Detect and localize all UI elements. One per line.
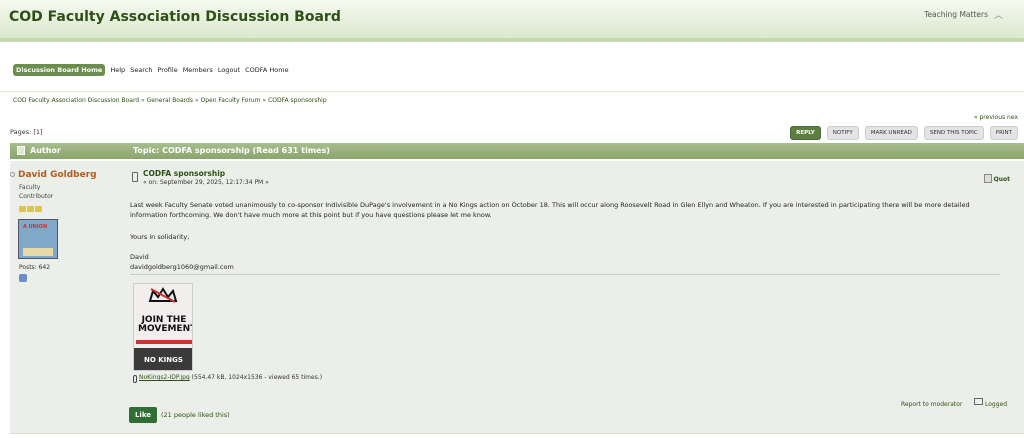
post-date: « on: September 29, 2025, 12:17:34 PM » bbox=[143, 179, 269, 186]
breadcrumb-separator: » bbox=[262, 97, 267, 104]
author-column-label: Author bbox=[30, 146, 61, 155]
breadcrumb-item-topic[interactable]: CODFA sponsorship bbox=[268, 97, 327, 104]
site-title[interactable]: COD Faculty Association Discussion Board bbox=[9, 9, 341, 25]
poster-headline: JOIN THE MOVEMENT bbox=[138, 315, 193, 334]
post-subject-icon bbox=[132, 172, 138, 182]
breadcrumb-item-board[interactable]: COD Faculty Association Discussion Board bbox=[13, 97, 139, 104]
author-icon bbox=[17, 146, 25, 155]
logged-icon bbox=[974, 398, 983, 405]
mark-unread-button[interactable]: MARK UNREAD bbox=[864, 126, 918, 140]
reply-button[interactable]: REPLY bbox=[790, 126, 821, 140]
attachment-meta: (554.47 kB, 1024x1536 - viewed 65 times.… bbox=[189, 374, 323, 381]
signature-name: David bbox=[130, 253, 149, 261]
signature-email: davidgoldberg1060@gmail.com bbox=[130, 263, 234, 271]
signature-closing: Yours in solidarity, bbox=[130, 233, 190, 241]
report-to-moderator-link[interactable]: Report to moderator bbox=[901, 401, 962, 408]
quote-icon[interactable] bbox=[984, 174, 992, 183]
rank-stars bbox=[19, 206, 42, 212]
attachment-info: NoKings2-IDP.jpg (554.47 kB, 1024x1536 -… bbox=[139, 374, 322, 381]
like-count[interactable]: (21 people liked this) bbox=[161, 411, 230, 419]
post-subject[interactable]: CODFA sponsorship bbox=[143, 169, 225, 178]
star-icon bbox=[27, 206, 34, 212]
tagline: Teaching Matters bbox=[924, 10, 988, 19]
signature-divider bbox=[130, 274, 1000, 275]
profile-icon[interactable] bbox=[19, 274, 27, 282]
poster-name-text[interactable]: David Goldberg bbox=[18, 170, 97, 180]
menu-item-members[interactable]: Members bbox=[183, 66, 213, 74]
send-topic-button[interactable]: SEND THIS TOPIC bbox=[923, 126, 984, 140]
breadcrumb: COD Faculty Association Discussion Board… bbox=[13, 97, 327, 104]
menu-item-search[interactable]: Search bbox=[130, 66, 152, 74]
breadcrumb-separator: » bbox=[194, 97, 199, 104]
like-button[interactable]: Like bbox=[129, 407, 157, 423]
poster-rank-line2: Contributor bbox=[19, 193, 54, 200]
collapse-icon[interactable]: ︿ bbox=[994, 8, 1006, 21]
avatar: A UNION bbox=[18, 219, 58, 259]
breadcrumb-item-forum[interactable]: Open Faculty Forum bbox=[200, 97, 260, 104]
post-body: Last week Faculty Senate voted unanimous… bbox=[130, 201, 970, 219]
pages-label: Pages: [1] bbox=[10, 128, 43, 136]
star-icon bbox=[19, 206, 26, 212]
avatar-text: A UNION bbox=[23, 224, 48, 230]
topic-header-bar: Author Topic: CODFA sponsorship (Read 63… bbox=[10, 143, 1024, 159]
quote-button[interactable]: Quot bbox=[994, 176, 1010, 183]
paperclip-icon bbox=[133, 375, 137, 383]
offline-status-icon bbox=[10, 172, 15, 177]
prev-next-links[interactable]: « previous nex bbox=[974, 114, 1018, 121]
menu-item-logout[interactable]: Logout bbox=[218, 66, 240, 74]
star-icon bbox=[35, 206, 42, 212]
topic-title: Topic: CODFA sponsorship (Read 631 times… bbox=[133, 146, 330, 155]
attachment-link[interactable]: NoKings2-IDP.jpg bbox=[139, 374, 190, 381]
breadcrumb-item-general[interactable]: General Boards bbox=[147, 97, 193, 104]
menu-item-profile[interactable]: Profile bbox=[157, 66, 177, 74]
crown-icon bbox=[148, 287, 178, 303]
post-signature: Yours in solidarity, David davidgoldberg… bbox=[130, 232, 234, 272]
poster-band bbox=[136, 340, 192, 344]
menu-item-codfa-home[interactable]: CODFA Home bbox=[245, 66, 289, 74]
topic-action-buttons: REPLY NOTIFY MARK UNREAD SEND THIS TOPIC… bbox=[790, 126, 1018, 140]
avatar-banner bbox=[23, 248, 53, 256]
attachment-image[interactable]: JOIN THE MOVEMENT NO KINGS bbox=[133, 283, 193, 371]
print-button[interactable]: PRINT bbox=[989, 126, 1018, 140]
poster-rank: Faculty Contributor bbox=[19, 183, 53, 201]
main-menu: Discussion Board Home Help Search Profil… bbox=[13, 64, 289, 76]
menu-item-help[interactable]: Help bbox=[110, 66, 125, 74]
menu-item-home[interactable]: Discussion Board Home bbox=[13, 64, 106, 76]
post-count: Posts: 642 bbox=[19, 264, 51, 271]
logged-label: Logged bbox=[985, 401, 1008, 408]
poster-name[interactable]: David Goldberg bbox=[10, 170, 97, 180]
poster-footer-text: NO KINGS bbox=[144, 356, 183, 364]
notify-button[interactable]: NOTIFY bbox=[826, 126, 859, 140]
poster-rank-line1: Faculty bbox=[19, 184, 41, 191]
breadcrumb-separator: » bbox=[141, 97, 145, 104]
